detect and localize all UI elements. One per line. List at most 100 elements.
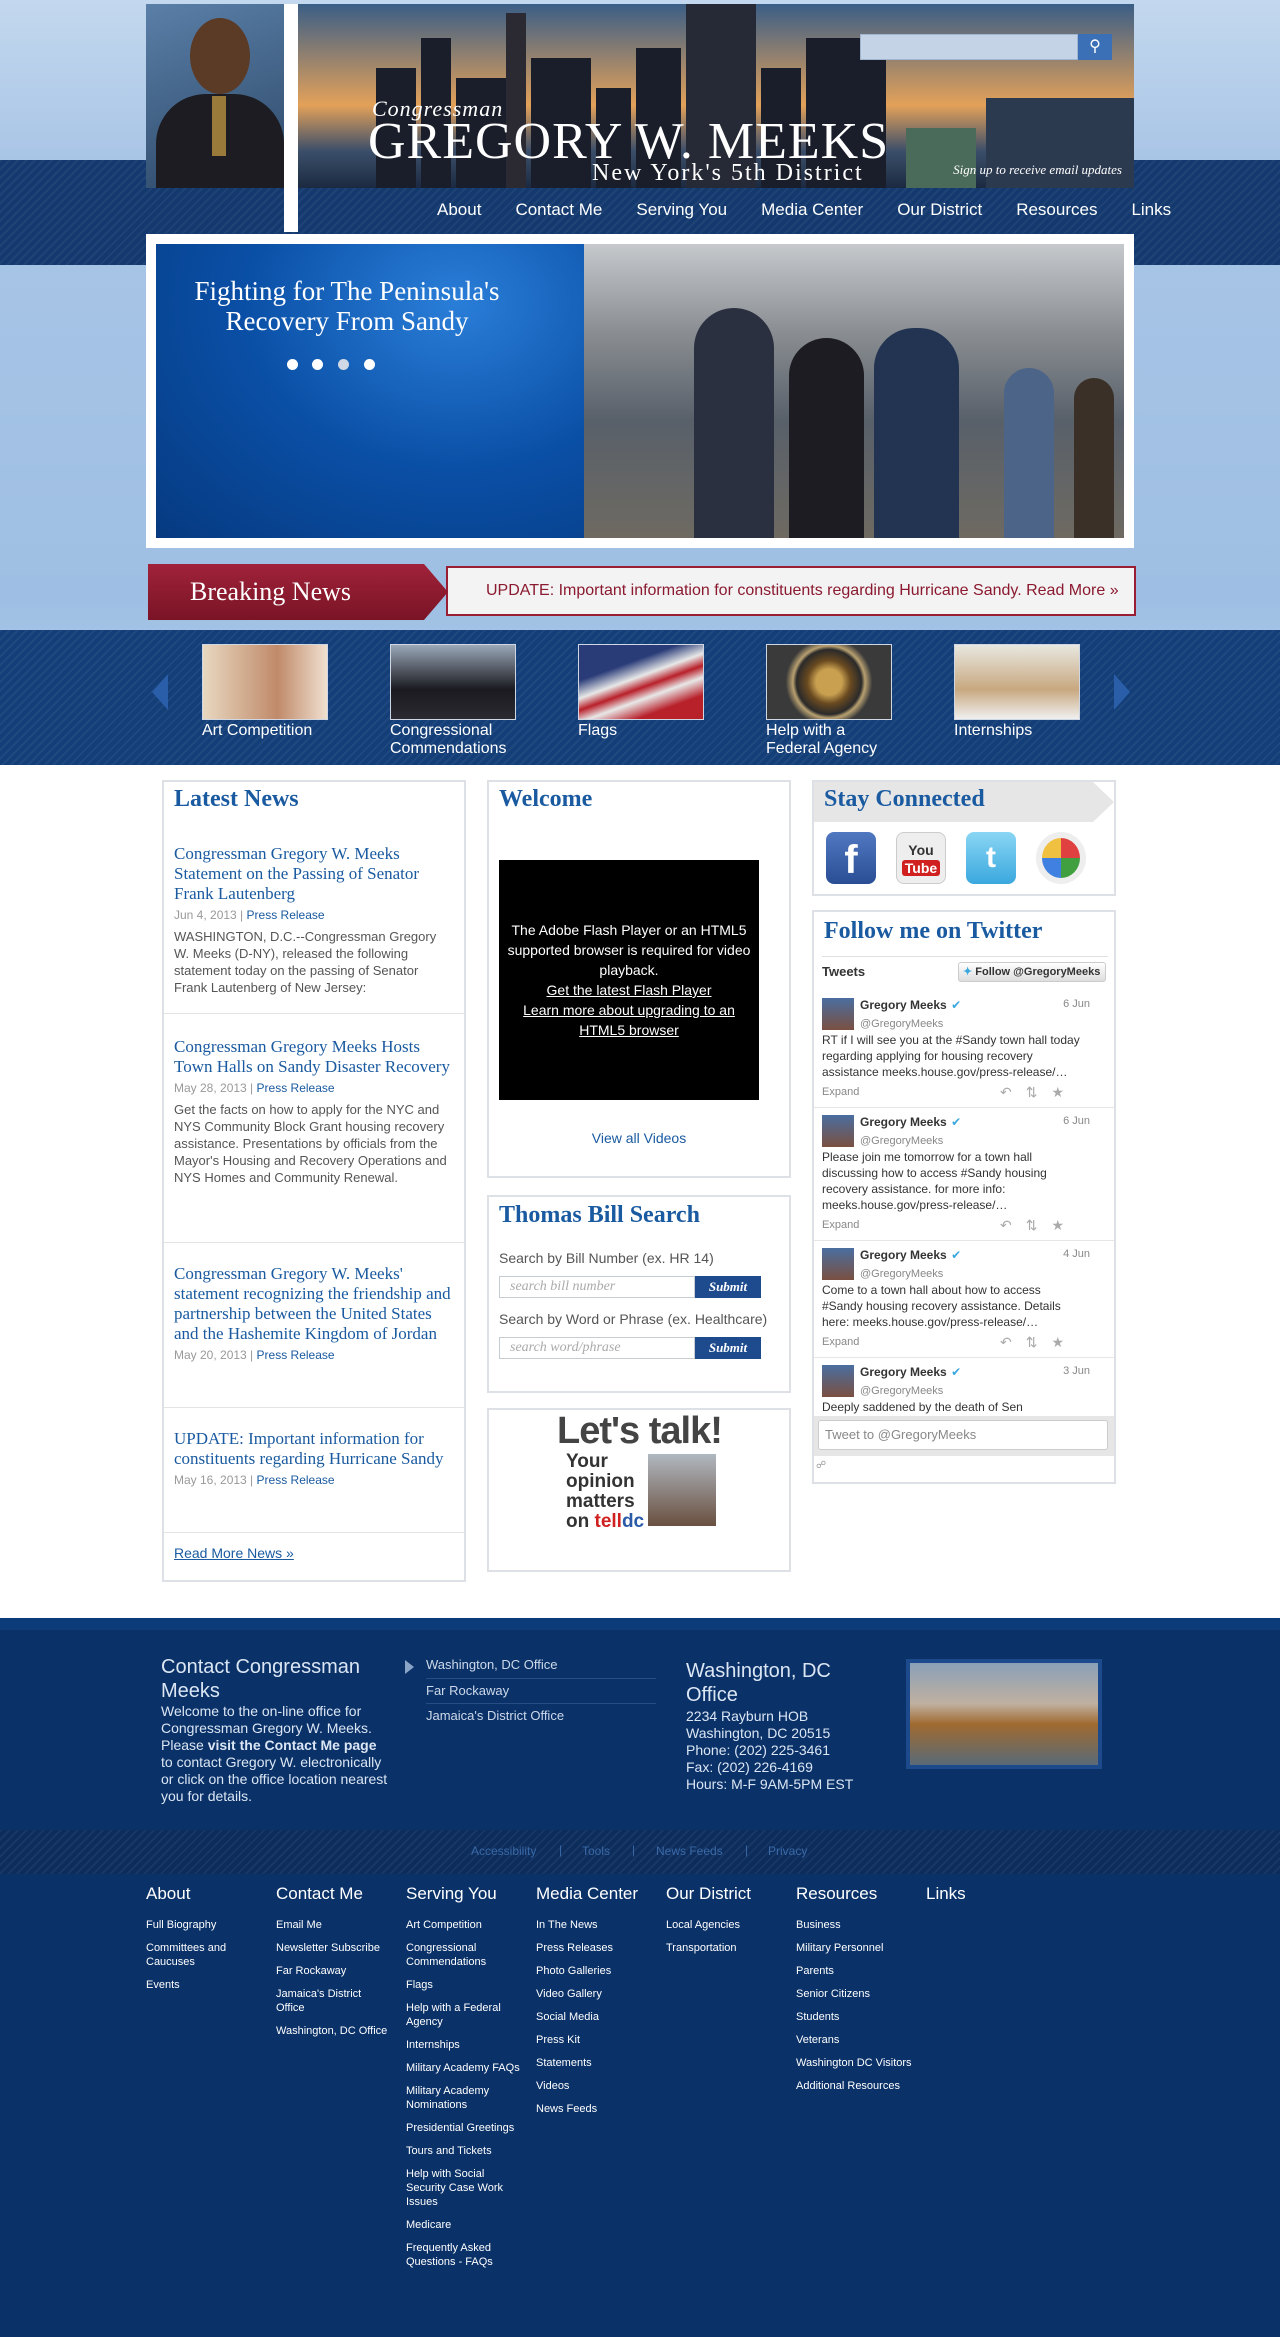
- tweet-avatar[interactable]: [822, 998, 854, 1030]
- tweet[interactable]: Gregory Meeks ✔ @GregoryMeeks 6 Jun RT if…: [814, 990, 1114, 1108]
- sitemap-heading[interactable]: Our District: [666, 1884, 786, 1904]
- sitemap-link[interactable]: Art Competition: [406, 1918, 524, 1932]
- nav-media-center[interactable]: Media Center: [744, 200, 880, 224]
- slider-dot-2[interactable]: [312, 359, 323, 370]
- video-player[interactable]: The Adobe Flash Player or an HTML5 suppo…: [499, 860, 759, 1100]
- sitemap-link[interactable]: Help with Social Security Case Work Issu…: [406, 2167, 524, 2209]
- widget-link-icon[interactable]: ☍: [816, 1460, 826, 1471]
- sitemap-heading[interactable]: Serving You: [406, 1884, 524, 1904]
- tweet-date[interactable]: 3 Jun: [1063, 1365, 1090, 1377]
- news-type-link[interactable]: Press Release: [257, 1081, 335, 1095]
- sitemap-heading[interactable]: About: [146, 1884, 266, 1904]
- news-title-link[interactable]: UPDATE: Important information for consti…: [174, 1429, 454, 1469]
- sitemap-link[interactable]: Military Personnel: [796, 1941, 916, 1955]
- sitemap-link[interactable]: Internships: [406, 2038, 524, 2052]
- sitemap-link[interactable]: Committees and Caucuses: [146, 1941, 266, 1969]
- bill-number-submit-button[interactable]: Submit: [695, 1276, 761, 1298]
- tweet-to-input[interactable]: Tweet to @GregoryMeeks: [818, 1420, 1108, 1450]
- picasa-icon[interactable]: [1036, 832, 1086, 884]
- office-washington-link[interactable]: Washington, DC Office: [426, 1657, 656, 1672]
- sitemap-heading[interactable]: Media Center: [536, 1884, 656, 1904]
- sitemap-heading[interactable]: Contact Me: [276, 1884, 396, 1904]
- sitemap-link[interactable]: Videos: [536, 2079, 656, 2093]
- carousel-next-arrow-icon[interactable]: [1114, 674, 1130, 710]
- office-jamaica-link[interactable]: Jamaica's District Office: [426, 1708, 656, 1723]
- nav-our-district[interactable]: Our District: [880, 200, 999, 224]
- contact-me-link[interactable]: visit the Contact Me page: [208, 1737, 377, 1753]
- slider-dot-1[interactable]: [287, 359, 298, 370]
- news-type-link[interactable]: Press Release: [257, 1473, 335, 1487]
- tweet-avatar[interactable]: [822, 1115, 854, 1147]
- privacy-link[interactable]: Privacy: [768, 1844, 807, 1858]
- youtube-icon[interactable]: You Tube: [896, 832, 946, 884]
- sitemap-link[interactable]: Email Me: [276, 1918, 396, 1932]
- tweet-date[interactable]: 4 Jun: [1063, 1248, 1090, 1260]
- sitemap-link[interactable]: Washington DC Visitors: [796, 2056, 916, 2070]
- carousel-img-internships[interactable]: [954, 644, 1080, 720]
- follow-button[interactable]: ✦ Follow @GregoryMeeks: [958, 962, 1106, 982]
- accessibility-link[interactable]: Accessibility: [471, 1844, 536, 1858]
- nav-resources[interactable]: Resources: [999, 200, 1114, 224]
- sitemap-link[interactable]: Social Media: [536, 2010, 656, 2024]
- news-title-link[interactable]: Congressman Gregory W. Meeks' statement …: [174, 1264, 454, 1344]
- news-type-link[interactable]: Press Release: [247, 908, 325, 922]
- nav-contact-me[interactable]: Contact Me: [498, 200, 619, 224]
- flash-player-link[interactable]: Get the latest Flash Player: [505, 980, 753, 1000]
- sitemap-link[interactable]: In The News: [536, 1918, 656, 1932]
- tweet[interactable]: Gregory Meeks ✔ @GregoryMeeks 3 Jun Deepl…: [814, 1359, 1114, 1416]
- nav-about[interactable]: About: [420, 200, 498, 224]
- sitemap-link[interactable]: Events: [146, 1978, 266, 1992]
- news-feeds-link[interactable]: News Feeds: [656, 1844, 723, 1858]
- news-title-link[interactable]: Congressman Gregory Meeks Hosts Town Hal…: [174, 1037, 454, 1077]
- sitemap-link[interactable]: Far Rockaway: [276, 1964, 396, 1978]
- html5-upgrade-link[interactable]: Learn more about upgrading to an HTML5 b…: [505, 1000, 753, 1040]
- tweet-actions-icon[interactable]: ↶⇅★: [1000, 1084, 1078, 1101]
- slider-dot-4[interactable]: [364, 359, 375, 370]
- news-type-link[interactable]: Press Release: [257, 1348, 335, 1362]
- sitemap-link[interactable]: Help with a Federal Agency: [406, 2001, 524, 2029]
- tweet-expand-link[interactable]: Expand: [822, 1219, 859, 1231]
- sitemap-link[interactable]: Photo Galleries: [536, 1964, 656, 1978]
- sitemap-link[interactable]: Jamaica's District Office: [276, 1987, 376, 2015]
- sitemap-link[interactable]: Military Academy FAQs: [406, 2061, 524, 2075]
- sitemap-link[interactable]: Students: [796, 2010, 916, 2024]
- sitemap-link[interactable]: Veterans: [796, 2033, 916, 2047]
- carousel-label-commendations[interactable]: Congressional Commendations: [390, 722, 520, 758]
- sitemap-link[interactable]: Senior Citizens: [796, 1987, 916, 2001]
- facebook-icon[interactable]: f: [826, 832, 876, 884]
- carousel-label-internships[interactable]: Internships: [954, 722, 1104, 740]
- word-phrase-submit-button[interactable]: Submit: [695, 1337, 761, 1359]
- sitemap-link[interactable]: Transportation: [666, 1941, 786, 1955]
- sitemap-link[interactable]: Press Kit: [536, 2033, 656, 2047]
- sitemap-link[interactable]: News Feeds: [536, 2102, 656, 2116]
- view-all-videos-link[interactable]: View all Videos: [499, 1130, 779, 1146]
- tweet[interactable]: Gregory Meeks ✔ @GregoryMeeks 6 Jun Pleas…: [814, 1109, 1114, 1241]
- sitemap-link[interactable]: Military Academy Nominations: [406, 2084, 524, 2112]
- tweet-date[interactable]: 6 Jun: [1063, 998, 1090, 1010]
- sitemap-link[interactable]: Newsletter Subscribe: [276, 1941, 396, 1955]
- carousel-label-federal-agency[interactable]: Help with a Federal Agency: [766, 722, 896, 758]
- sitemap-link[interactable]: Presidential Greetings: [406, 2121, 524, 2135]
- email-signup-link[interactable]: Sign up to receive email updates: [930, 162, 1122, 178]
- tweet-expand-link[interactable]: Expand: [822, 1086, 859, 1098]
- tweet-date[interactable]: 6 Jun: [1063, 1115, 1090, 1127]
- sitemap-heading[interactable]: Resources: [796, 1884, 916, 1904]
- search-button[interactable]: ⚲: [1078, 34, 1112, 60]
- slider-dot-3[interactable]: [338, 359, 349, 370]
- sitemap-link[interactable]: Flags: [406, 1978, 524, 1992]
- tweet-expand-link[interactable]: Expand: [822, 1336, 859, 1348]
- sitemap-link[interactable]: Additional Resources: [796, 2079, 916, 2093]
- sitemap-link[interactable]: Congressional Commendations: [406, 1941, 524, 1969]
- sitemap-link[interactable]: Press Releases: [536, 1941, 656, 1955]
- office-far-rockaway-link[interactable]: Far Rockaway: [426, 1683, 656, 1698]
- tools-link[interactable]: Tools: [582, 1844, 610, 1858]
- carousel-img-art[interactable]: [202, 644, 328, 720]
- tweet-avatar[interactable]: [822, 1365, 854, 1397]
- sitemap-link[interactable]: Parents: [796, 1964, 916, 1978]
- sitemap-link[interactable]: Business: [796, 1918, 916, 1932]
- nav-links[interactable]: Links: [1114, 200, 1188, 224]
- twitter-icon[interactable]: t: [966, 832, 1016, 884]
- news-title-link[interactable]: Congressman Gregory W. Meeks Statement o…: [174, 844, 454, 904]
- search-input[interactable]: [860, 34, 1078, 60]
- sitemap-link[interactable]: Frequently Asked Questions - FAQs: [406, 2241, 524, 2269]
